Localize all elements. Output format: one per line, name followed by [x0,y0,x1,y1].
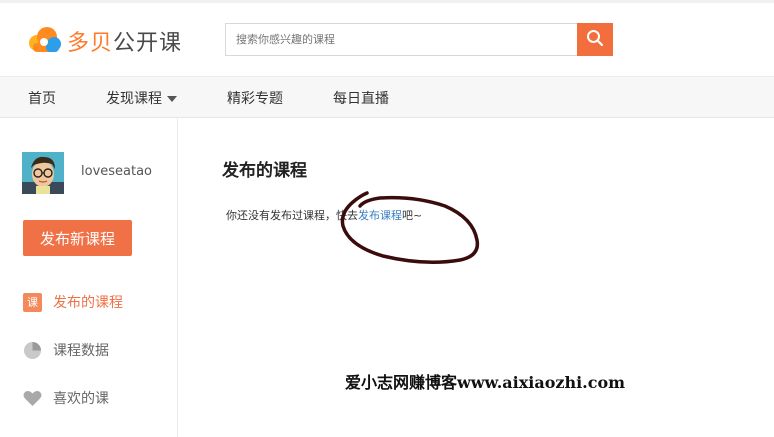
publish-new-course-button[interactable]: 发布新课程 [23,220,132,256]
search-box [225,23,613,56]
logo-suffix: 公开课 [113,31,183,56]
watermark-text: 爱小志网赚博客www.aixiaozhi.com [345,373,626,392]
nav-item-topics[interactable]: 精彩专题 [227,88,283,108]
username[interactable]: loveseatao [81,164,152,179]
chevron-down-icon [167,96,177,102]
site-header: 多贝公开课 [0,3,774,76]
nav-label: 首页 [28,91,56,107]
sidebar-item-label: 发布的课程 [53,295,123,311]
course-icon: 课 [23,292,42,312]
main-nav: 首页 发现课程 精彩专题 每日直播 [0,76,774,118]
heart-icon [23,389,42,408]
sidebar-item-published-courses[interactable]: 课 发布的课程 [23,292,123,312]
page-title: 发布的课程 [222,161,307,181]
nav-item-home[interactable]: 首页 [28,88,56,108]
pie-chart-icon [23,341,42,360]
sidebar-item-label: 课程数据 [53,343,109,359]
nav-item-discover[interactable]: 发现课程 [106,88,177,108]
nav-label: 精彩专题 [227,91,283,107]
logo-text: 多贝公开课 [67,25,182,57]
sidebar-item-course-data[interactable]: 课程数据 [23,340,109,360]
search-icon [586,29,604,50]
nav-label: 每日直播 [333,91,389,107]
site-logo[interactable]: 多贝公开课 [27,23,182,59]
sidebar-item-liked-courses[interactable]: 喜欢的课 [23,388,109,408]
annotation-circle [340,191,480,264]
search-button[interactable] [577,23,613,56]
sidebar-item-label: 喜欢的课 [53,391,109,407]
avatar[interactable] [22,152,64,194]
sidebar: loveseatao 发布新课程 课 发布的课程 课程数据 喜欢的课 [0,118,178,437]
nav-item-live[interactable]: 每日直播 [333,88,389,108]
logo-brand: 多贝 [67,31,114,56]
search-input[interactable] [225,23,577,56]
logo-cloud-icon [27,25,63,57]
nav-label: 发现课程 [106,91,162,107]
